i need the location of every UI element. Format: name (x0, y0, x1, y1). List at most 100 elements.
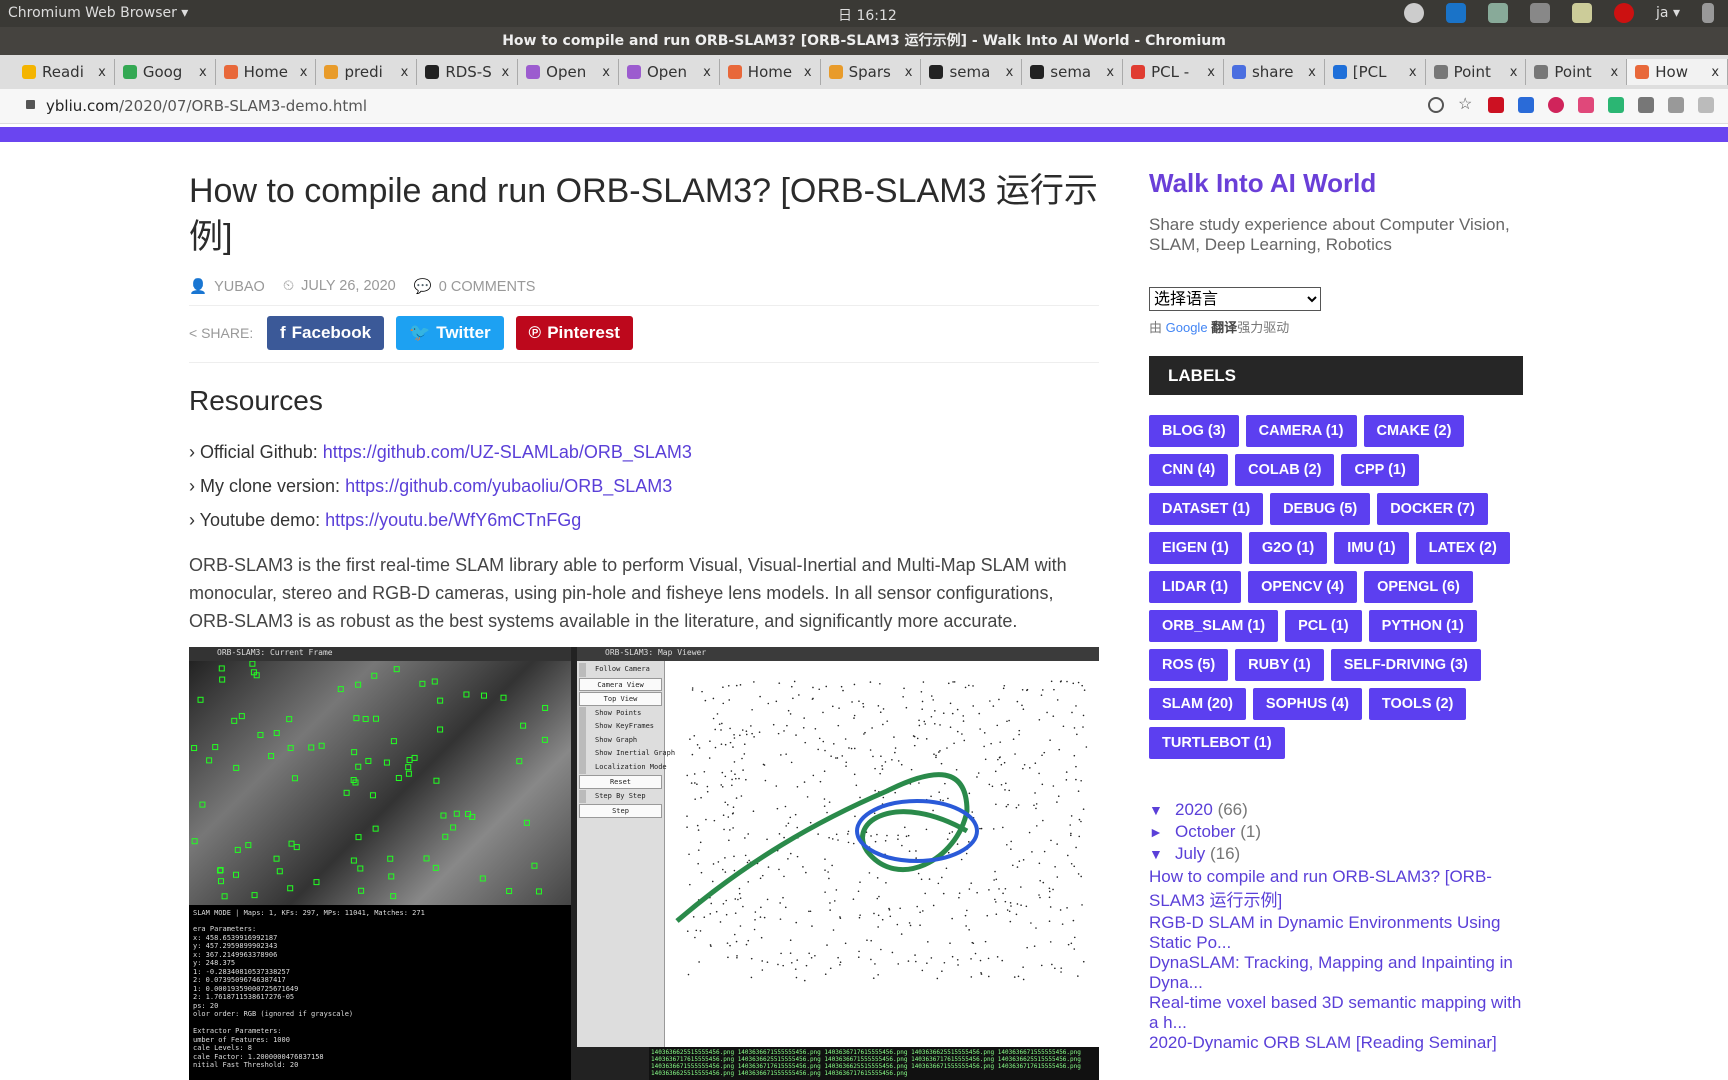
label-tag[interactable]: CAMERA (1) (1245, 415, 1357, 447)
tab-7[interactable]: Home x (720, 59, 821, 85)
archive-post-link[interactable]: 2020-Dynamic ORB SLAM [Reading Seminar] (1149, 1033, 1523, 1053)
archive-label[interactable]: 2020 (1175, 800, 1213, 819)
shield-icon[interactable] (1488, 3, 1509, 23)
label-tag[interactable]: LATEX (2) (1415, 532, 1510, 564)
tab-close-icon[interactable]: x (501, 65, 509, 80)
triangle-down-icon[interactable]: ▼ (1149, 800, 1175, 821)
label-tag[interactable]: CNN (4) (1149, 454, 1229, 486)
extension-icon[interactable] (1668, 97, 1684, 113)
label-tag[interactable]: SELF-DRIVING (3) (1330, 649, 1481, 681)
tab-close-icon[interactable]: x (199, 65, 207, 80)
tab-close-icon[interactable]: x (1106, 65, 1114, 80)
label-tag[interactable]: COLAB (2) (1235, 454, 1335, 486)
tab-close-icon[interactable]: x (401, 65, 409, 80)
archive-post-link[interactable]: DynaSLAM: Tracking, Mapping and Inpainti… (1149, 953, 1523, 993)
tab-close-icon[interactable]: x (703, 65, 711, 80)
extension-icon[interactable] (1638, 97, 1654, 113)
label-tag[interactable]: OPENGL (6) (1364, 571, 1473, 603)
app-menu[interactable]: Chromium Web Browser ▾ (8, 5, 188, 21)
tab-15[interactable]: Point x (1526, 59, 1628, 85)
blog-title[interactable]: Walk Into AI World (1149, 168, 1523, 199)
label-tag[interactable]: ORB_SLAM (1) (1149, 610, 1279, 642)
archive-post-link[interactable]: How to compile and run ORB-SLAM3? [ORB-S… (1149, 865, 1523, 913)
tab-close-icon[interactable]: x (98, 65, 106, 80)
archive-post-link[interactable]: RGB-D SLAM in Dynamic Environments Using… (1149, 913, 1523, 953)
resource-link[interactable]: https://youtu.be/WfY6mCTnFGg (325, 510, 581, 530)
tab-4[interactable]: RDS-S x (417, 59, 519, 85)
label-tag[interactable]: DATASET (1) (1149, 493, 1264, 525)
triangle-down-icon[interactable]: ▼ (1149, 844, 1175, 865)
extension-icon[interactable] (1548, 97, 1564, 113)
label-tag[interactable]: TURTLEBOT (1) (1149, 727, 1285, 759)
wifi-icon[interactable] (1702, 3, 1714, 23)
tab-3[interactable]: predi x (316, 59, 418, 85)
zoom-icon[interactable] (1428, 97, 1444, 113)
resource-link[interactable]: https://github.com/UZ-SLAMLab/ORB_SLAM3 (323, 442, 692, 462)
extension-icon[interactable] (1518, 97, 1534, 113)
clock[interactable]: 日 16:12 (838, 5, 897, 25)
tab-0[interactable]: Readi x (14, 59, 115, 85)
share-facebook-button[interactable]: f Facebook (267, 316, 385, 350)
label-tag[interactable]: DEBUG (5) (1270, 493, 1371, 525)
tab-close-icon[interactable]: x (1611, 65, 1619, 80)
tab-close-icon[interactable]: x (1711, 65, 1719, 80)
tab-1[interactable]: Goog x (115, 59, 216, 85)
tab-14[interactable]: Point x (1426, 59, 1527, 85)
label-tag[interactable]: TOOLS (2) (1368, 688, 1467, 720)
tab-13[interactable]: [PCL x (1325, 59, 1426, 85)
archive-post-link[interactable]: Real-time voxel based 3D semantic mappin… (1149, 993, 1523, 1033)
archive-toggle[interactable]: ▼ July (16) (1149, 843, 1523, 865)
share-twitter-button[interactable]: 🐦 Twitter (396, 316, 504, 350)
archive-label[interactable]: July (1175, 844, 1205, 863)
label-tag[interactable]: IMU (1) (1334, 532, 1409, 564)
comments-link[interactable]: 💬 0 COMMENTS (414, 278, 536, 295)
teamviewer-icon[interactable] (1446, 3, 1467, 23)
share-pinterest-button[interactable]: ℗ Pinterest (515, 316, 633, 350)
record-icon[interactable] (1614, 3, 1635, 23)
slack-icon[interactable] (1530, 3, 1551, 23)
extension-icon[interactable] (1488, 97, 1504, 113)
address-bar[interactable]: ybliu.com/2020/07/ORB-SLAM3-demo.html ☆ (0, 89, 1728, 124)
archive-label[interactable]: October (1175, 822, 1235, 841)
extension-icon[interactable] (1698, 97, 1714, 113)
label-tag[interactable]: BLOG (3) (1149, 415, 1239, 447)
label-tag[interactable]: EIGEN (1) (1149, 532, 1242, 564)
google-logo[interactable]: Google (1166, 320, 1208, 335)
author[interactable]: 👤 YUBAO (189, 278, 265, 295)
star-icon[interactable]: ☆ (1458, 97, 1474, 113)
tab-close-icon[interactable]: x (804, 65, 812, 80)
language-select[interactable]: 选择语言 (1149, 287, 1321, 311)
triangle-right-icon[interactable]: ► (1149, 822, 1175, 843)
extension-icon[interactable] (1578, 97, 1594, 113)
tab-8[interactable]: Spars x (821, 59, 922, 85)
accessibility-icon[interactable] (1404, 3, 1425, 23)
url-field[interactable]: ybliu.com/2020/07/ORB-SLAM3-demo.html (46, 97, 367, 115)
tab-11[interactable]: PCL - x (1123, 59, 1224, 85)
translate-link[interactable]: 翻译 (1211, 320, 1237, 335)
tab-12[interactable]: share x (1224, 59, 1325, 85)
tab-close-icon[interactable]: x (1006, 65, 1014, 80)
label-tag[interactable]: SOPHUS (4) (1252, 688, 1362, 720)
tab-close-icon[interactable]: x (300, 65, 308, 80)
label-tag[interactable]: CPP (1) (1341, 454, 1419, 486)
tab-close-icon[interactable]: x (1409, 65, 1417, 80)
label-tag[interactable]: CMAKE (2) (1363, 415, 1465, 447)
extension-icon[interactable] (1608, 97, 1624, 113)
input-method[interactable]: ja ▾ (1656, 5, 1680, 21)
label-tag[interactable]: ROS (5) (1149, 649, 1229, 681)
tab-5[interactable]: Open x (518, 59, 619, 85)
tab-close-icon[interactable]: x (1308, 65, 1316, 80)
tab-16[interactable]: How x (1627, 59, 1728, 85)
tab-10[interactable]: sema x (1022, 59, 1124, 85)
tab-close-icon[interactable]: x (905, 65, 913, 80)
label-tag[interactable]: DOCKER (7) (1377, 493, 1488, 525)
archive-toggle[interactable]: ► October (1) (1149, 821, 1523, 843)
label-tag[interactable]: RUBY (1) (1235, 649, 1324, 681)
tab-9[interactable]: sema x (921, 59, 1023, 85)
lock-icon[interactable] (26, 100, 35, 109)
tab-6[interactable]: Open x (619, 59, 720, 85)
label-tag[interactable]: G2O (1) (1248, 532, 1328, 564)
linux-icon[interactable] (1572, 3, 1593, 23)
tab-2[interactable]: Home x (216, 59, 317, 85)
archive-toggle[interactable]: ▼ 2020 (66) (1149, 799, 1523, 821)
